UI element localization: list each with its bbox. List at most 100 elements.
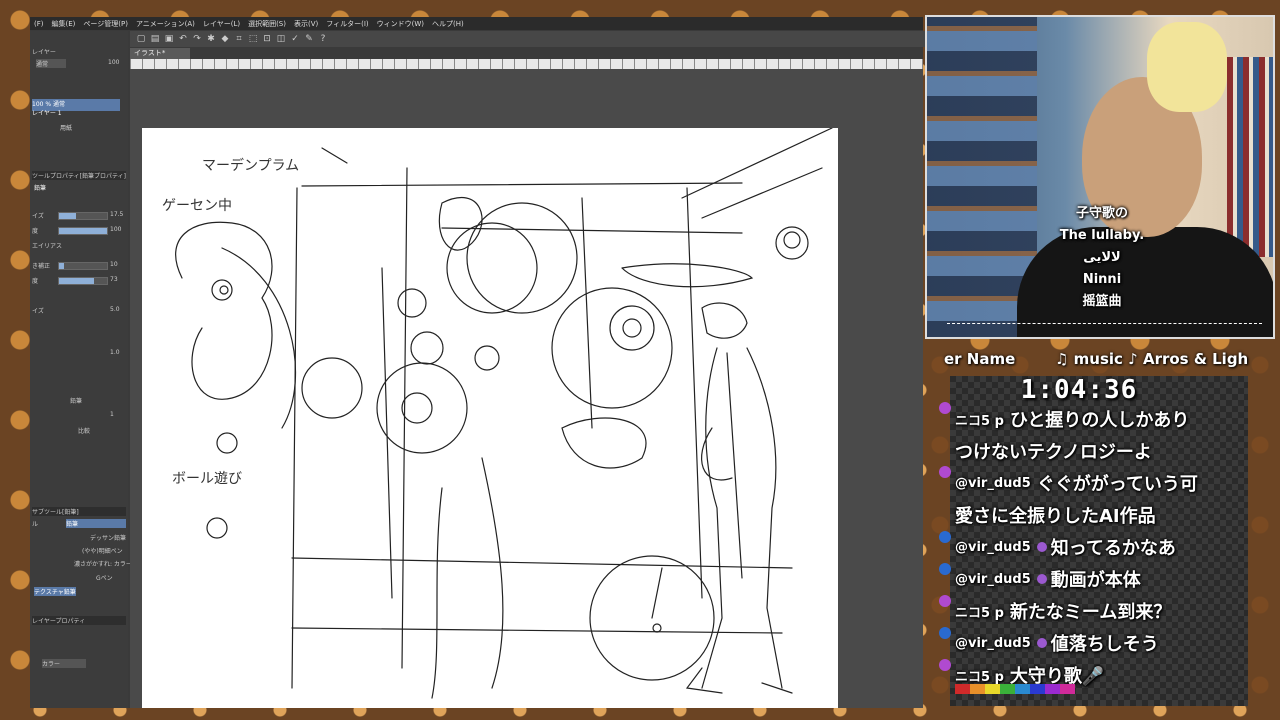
webcam-feed: 子守歌の The lullaby. لالایی Ninni 摇篮曲	[925, 15, 1275, 339]
chat-user: @vir_dud5	[955, 571, 1031, 587]
menu-view[interactable]: 表示(V)	[290, 19, 322, 29]
menu-file[interactable]: (F)	[30, 20, 48, 28]
color-select[interactable]: カラー	[42, 659, 86, 668]
chat-text: 愛さに全振りしたAI作品	[955, 506, 1156, 527]
stabilize-value[interactable]: 10	[110, 261, 118, 270]
brush-item-5[interactable]: テクスチャ鉛筆	[34, 587, 76, 596]
subtitle-line-4: Ninni	[1082, 272, 1122, 287]
ticker-music: ♫ music ♪ Arros & Ligh	[1055, 350, 1249, 368]
hardness-value[interactable]: 73	[110, 276, 118, 285]
brush-item-3[interactable]: 濃さがかすれ: カラー	[74, 559, 132, 568]
subtool-tab-1[interactable]: ル	[32, 519, 38, 528]
chat-message: ニコ5 p 新たなミーム到来？	[955, 596, 1255, 626]
transform-icon[interactable]: ⌗	[234, 34, 244, 44]
menu-filter[interactable]: フィルター(I)	[322, 19, 372, 29]
menu-window[interactable]: ウィンドウ(W)	[373, 19, 428, 29]
size2-value[interactable]: 5.0	[110, 306, 120, 315]
document-tab[interactable]: イラスト*	[130, 48, 190, 59]
value4[interactable]: 1	[110, 411, 114, 420]
chat-text: 知ってるかなあ	[1050, 538, 1176, 559]
hardness-label: 度	[32, 278, 39, 285]
side-badge-4	[939, 563, 951, 575]
paper-layer-name: 用紙	[60, 125, 73, 132]
tool-name: 鉛筆	[34, 185, 47, 192]
layer-opacity-label: 100 % 通常	[32, 101, 65, 108]
help-icon[interactable]: ?	[318, 34, 328, 44]
chat-user: @vir_dud5	[955, 539, 1031, 555]
side-badge-6	[939, 627, 951, 639]
ref-label[interactable]: 鉛筆	[70, 396, 82, 405]
layer-row-active[interactable]: 100 % 通常 レイヤー 1	[32, 99, 120, 117]
stream-timer: 1:04:36	[1020, 375, 1138, 405]
color-palette-strip	[955, 684, 1075, 694]
crop-icon[interactable]: ⊡	[262, 34, 272, 44]
side-badge-2	[939, 466, 951, 478]
new-file-icon[interactable]: ▢	[136, 34, 146, 44]
undo-icon[interactable]: ↶	[178, 34, 188, 44]
clear-icon[interactable]: ✱	[206, 34, 216, 44]
subtitle-overlay: 子守歌の The lullaby. لالایی Ninni 摇篮曲	[1037, 203, 1167, 313]
stabilize-slider[interactable]	[58, 262, 108, 270]
side-badge-5	[939, 595, 951, 607]
density-slider[interactable]	[58, 227, 108, 235]
subtitle-line-1: 子守歌の	[1075, 206, 1128, 221]
menu-selection[interactable]: 選択範囲(S)	[244, 19, 290, 29]
save-icon[interactable]: ▣	[164, 34, 174, 44]
value3[interactable]: 1.0	[110, 349, 120, 358]
density-value[interactable]: 100	[110, 226, 121, 235]
layer-panel-header: レイヤー	[32, 49, 56, 56]
menu-help[interactable]: ヘルプ(H)	[428, 19, 468, 29]
brush-size-label: イズ	[32, 213, 44, 220]
brush-size-value[interactable]: 17.5	[110, 211, 123, 220]
invert-selection-icon[interactable]: ◫	[276, 34, 286, 44]
chat-text: ひと握りの人しかあり	[1009, 410, 1190, 431]
sketch-note-2: ゲーセン中	[162, 198, 232, 214]
density-label: 度	[32, 228, 39, 235]
deselect-icon[interactable]: ⬚	[248, 34, 258, 44]
layer-name: レイヤー 1	[32, 110, 62, 117]
fill-icon[interactable]: ◆	[220, 34, 230, 44]
pencil-sketch: マーデンプラム ゲーセン中 ボール遊び	[162, 128, 833, 699]
member-badge-icon	[1036, 542, 1047, 552]
chat-message: 愛さに全振りしたAI作品	[955, 500, 1255, 530]
subtitle-line-5: 摇篮曲	[1082, 294, 1122, 309]
chat-text: 値落ちしそう	[1050, 634, 1159, 655]
blend-mode-select[interactable]: 通常	[36, 59, 66, 68]
menu-page[interactable]: ページ管理(P)	[79, 19, 132, 29]
drawing-paper[interactable]: マーデンプラム ゲーセン中 ボール遊び	[142, 128, 838, 708]
chat-message: @vir_dud5 値落ちしそう	[955, 628, 1255, 658]
brush-item-2[interactable]: (やや)明細ペン	[82, 546, 123, 555]
chat-user: @vir_dud5	[955, 635, 1031, 651]
canvas-area[interactable]: マーデンプラム ゲーセン中 ボール遊び	[130, 69, 923, 708]
chat-user: ニコ5 p	[955, 605, 1004, 621]
subtool-tab-pencil[interactable]: 鉛筆	[66, 519, 126, 528]
subtool-header: サブツール[鉛筆]	[32, 507, 126, 516]
chat-text: 動画が本体	[1050, 570, 1141, 591]
hardness-slider[interactable]	[58, 277, 108, 285]
brush-size-slider[interactable]	[58, 212, 108, 220]
chat-message: @vir_dud5 動画が本体	[955, 564, 1255, 594]
layer-row-paper[interactable]: 用紙	[32, 123, 120, 135]
redo-icon[interactable]: ↷	[192, 34, 202, 44]
sketch-note-1: マーデンプラム	[202, 157, 299, 174]
size2-label: イズ	[32, 308, 44, 315]
menu-layer[interactable]: レイヤー(L)	[199, 19, 244, 29]
paint-app-window: (F) 編集(E) ページ管理(P) アニメーション(A) レイヤー(L) 選択…	[30, 17, 927, 708]
menu-edit[interactable]: 編集(E)	[48, 19, 80, 29]
pen-icon[interactable]: ✎	[304, 34, 314, 44]
tool-property-header: ツールプロパティ[鉛筆プロパティ]	[32, 171, 126, 180]
open-file-icon[interactable]: ▤	[150, 34, 160, 44]
brush-item-4[interactable]: Gペン	[96, 573, 113, 582]
compare-select[interactable]: 比較	[78, 426, 90, 435]
left-panel: レイヤー 通常 100 100 % 通常 レイヤー 1 用紙 ツールプロパティ[…	[30, 31, 132, 708]
menu-animation[interactable]: アニメーション(A)	[132, 19, 199, 29]
chat-message: つけないテクノロジーよ	[955, 436, 1255, 466]
chat-text: つけないテクノロジーよ	[955, 442, 1152, 463]
opacity-value[interactable]: 100	[108, 59, 119, 68]
antialias-label: エイリアス	[32, 243, 63, 250]
check-icon[interactable]: ✓	[290, 34, 300, 44]
side-badge-1	[939, 402, 951, 414]
member-badge-icon	[1036, 638, 1047, 648]
brush-item-1[interactable]: デッサン鉛筆	[90, 533, 126, 542]
menu-bar: (F) 編集(E) ページ管理(P) アニメーション(A) レイヤー(L) 選択…	[30, 17, 923, 30]
